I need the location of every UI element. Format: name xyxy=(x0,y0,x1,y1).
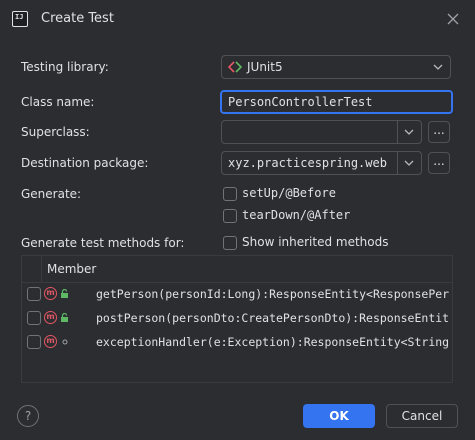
chevron-down-icon[interactable] xyxy=(403,157,415,169)
table-row[interactable]: m getPerson(personId:Long):ResponseEntit… xyxy=(22,282,452,306)
members-table: Member m getPerson(personId:Long):Respon… xyxy=(21,255,453,383)
teardown-label[interactable]: tearDown/@After xyxy=(242,208,350,222)
row-checkbox[interactable] xyxy=(27,335,41,349)
public-lock-icon xyxy=(61,313,68,322)
junit-icon xyxy=(228,61,242,73)
chevron-down-icon[interactable] xyxy=(403,126,415,138)
superclass-browse-button[interactable]: ... xyxy=(428,121,450,143)
combo-divider xyxy=(397,121,398,143)
method-icon: m xyxy=(44,311,57,324)
method-signature: postPerson(personDto:CreatePersonDto):Re… xyxy=(96,311,450,325)
close-icon[interactable] xyxy=(444,10,462,28)
package-dot-icon xyxy=(62,339,68,345)
class-name-input[interactable]: PersonControllerTest xyxy=(220,90,453,114)
row-checkbox[interactable] xyxy=(27,311,41,325)
public-lock-icon xyxy=(61,289,68,298)
method-signature: exceptionHandler(e:Exception):ResponseEn… xyxy=(96,335,450,349)
generate-label: Generate: xyxy=(21,187,82,201)
superclass-label: Superclass: xyxy=(21,125,90,139)
header-divider xyxy=(41,256,42,282)
method-icon: m xyxy=(44,287,57,300)
testing-library-value: JUnit5 xyxy=(247,60,283,74)
chevron-down-icon xyxy=(433,64,443,70)
combo-divider xyxy=(397,152,398,174)
testing-library-select[interactable]: JUnit5 xyxy=(221,55,451,79)
setup-label[interactable]: setUp/@Before xyxy=(242,186,336,200)
dialog-title: Create Test xyxy=(41,11,114,26)
test-methods-label: Generate test methods for: xyxy=(21,236,185,250)
class-name-value: PersonControllerTest xyxy=(228,95,373,109)
row-checkbox[interactable] xyxy=(27,287,41,301)
cancel-button[interactable]: Cancel xyxy=(386,404,458,428)
superclass-combo[interactable] xyxy=(221,120,422,144)
destination-browse-button[interactable]: ... xyxy=(428,152,450,174)
destination-package-value: xyz.practicespring.web xyxy=(228,156,387,170)
title-bar: IJ Create Test xyxy=(0,0,475,40)
setup-checkbox[interactable] xyxy=(223,187,237,201)
show-inherited-checkbox[interactable] xyxy=(223,236,237,250)
table-header: Member xyxy=(22,256,452,283)
class-name-label: Class name: xyxy=(21,95,95,109)
intellij-app-icon: IJ xyxy=(12,11,28,27)
table-row[interactable]: m postPerson(personDto:CreatePersonDto):… xyxy=(22,306,452,330)
destination-package-combo[interactable]: xyz.practicespring.web xyxy=(221,151,422,175)
show-inherited-label[interactable]: Show inherited methods xyxy=(242,235,389,249)
member-column-header[interactable]: Member xyxy=(47,262,96,276)
table-row[interactable]: m exceptionHandler(e:Exception):Response… xyxy=(22,330,452,354)
ok-button[interactable]: OK xyxy=(303,404,375,428)
method-icon: m xyxy=(44,335,57,348)
help-button[interactable]: ? xyxy=(17,405,39,427)
method-signature: getPerson(personId:Long):ResponseEntity<… xyxy=(96,287,450,301)
destination-package-label: Destination package: xyxy=(21,156,149,170)
teardown-checkbox[interactable] xyxy=(223,209,237,223)
testing-library-label: Testing library: xyxy=(21,60,109,74)
